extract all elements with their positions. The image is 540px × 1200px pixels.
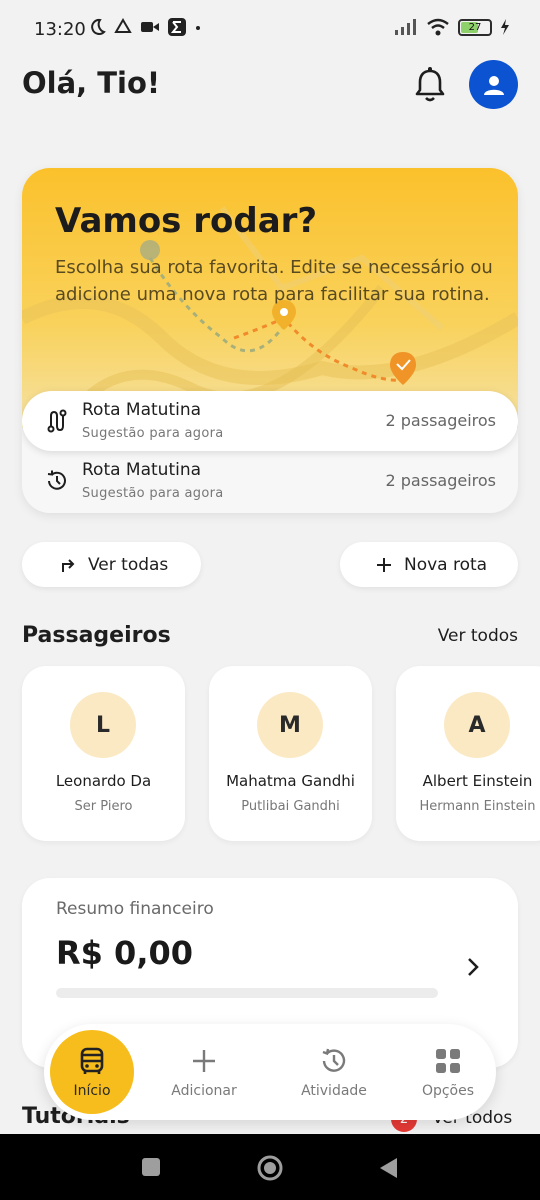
dot-icon — [196, 26, 200, 30]
financial-summary-label: Resumo financeiro — [56, 899, 214, 919]
battery-indicator: 27 — [458, 18, 492, 36]
passenger-avatar: A — [444, 692, 510, 758]
passenger-name: Albert Einstein — [422, 772, 533, 790]
passenger-avatar: M — [257, 692, 323, 758]
route-icon — [47, 409, 67, 433]
options-grid-icon — [436, 1049, 460, 1073]
charging-icon — [501, 19, 509, 35]
passenger-card[interactable]: A Albert Einstein Hermann Einstein — [396, 666, 540, 841]
new-route-label: Nova rota — [404, 554, 488, 575]
passenger-guardian: Ser Piero — [74, 799, 133, 814]
new-route-button[interactable]: Nova rota — [340, 542, 518, 587]
home-button[interactable] — [256, 1154, 284, 1182]
hero-title: Vamos rodar? — [55, 201, 318, 241]
status-bar: 13:20 27 — [0, 0, 540, 60]
nav-options[interactable]: Opções — [400, 1024, 496, 1120]
notifications-button[interactable] — [414, 66, 446, 104]
nav-activity-label: Atividade — [301, 1083, 367, 1099]
passenger-card[interactable]: M Mahatma Gandhi Putlibai Gandhi — [209, 666, 372, 841]
financial-summary-value: R$ 0,00 — [56, 934, 193, 972]
nav-home[interactable]: Início — [50, 1030, 134, 1114]
route-subtitle: Sugestão para agora — [82, 426, 224, 441]
financial-progress-bar — [56, 988, 438, 998]
moon-icon — [91, 18, 106, 35]
route-hero-card: Vamos rodar? Escolha sua rota favorita. … — [22, 168, 518, 513]
nav-home-label: Início — [73, 1083, 111, 1099]
passenger-guardian: Hermann Einstein — [419, 799, 536, 814]
sigma-icon — [168, 18, 186, 36]
back-button[interactable] — [378, 1156, 398, 1180]
arrow-turn-icon — [62, 558, 75, 572]
video-icon — [141, 22, 159, 32]
passengers-title: Passageiros — [22, 623, 171, 648]
passenger-guardian: Putlibai Gandhi — [241, 799, 340, 814]
status-time: 13:20 — [34, 19, 86, 40]
view-all-routes-button[interactable]: Ver todas — [22, 542, 201, 587]
view-all-routes-label: Ver todas — [88, 554, 169, 575]
route-suggestion-2[interactable]: Rota Matutina Sugestão para agora 2 pass… — [22, 451, 518, 511]
user-icon — [483, 75, 504, 95]
route-suggestion-1[interactable]: Rota Matutina Sugestão para agora 2 pass… — [22, 391, 518, 451]
profile-button[interactable] — [469, 60, 518, 109]
route-passenger-count: 2 passageiros — [385, 411, 497, 430]
bell-icon — [415, 67, 445, 102]
bus-icon — [80, 1047, 104, 1074]
bottom-navigation: Início Adicionar Atividade Opções — [44, 1024, 496, 1120]
passengers-view-all-link[interactable]: Ver todos — [438, 626, 518, 646]
nav-add[interactable]: Adicionar — [156, 1024, 252, 1120]
plus-icon — [377, 557, 391, 572]
history-icon — [47, 470, 66, 490]
nav-options-label: Opções — [421, 1083, 475, 1099]
plus-icon — [193, 1050, 215, 1072]
passenger-name: Mahatma Gandhi — [226, 772, 355, 790]
signal-icon — [395, 19, 416, 35]
system-navigation-bar — [0, 1134, 540, 1200]
passenger-avatar: L — [70, 692, 136, 758]
route-name: Rota Matutina — [82, 460, 202, 480]
history-icon — [322, 1048, 346, 1072]
route-subtitle: Sugestão para agora — [82, 486, 224, 501]
greeting-title: Olá, Tio! — [22, 66, 161, 100]
chevron-right-icon — [468, 958, 479, 976]
recents-button[interactable] — [141, 1157, 161, 1177]
route-passenger-count: 2 passageiros — [385, 471, 497, 490]
nav-add-label: Adicionar — [171, 1083, 237, 1099]
wifi-icon — [427, 18, 449, 36]
route-name: Rota Matutina — [82, 400, 202, 420]
nav-activity[interactable]: Atividade — [286, 1024, 382, 1120]
hero-description: Escolha sua rota favorita. Edite se nece… — [55, 257, 493, 305]
passenger-card[interactable]: L Leonardo Da Ser Piero — [22, 666, 185, 841]
passenger-name: Leonardo Da — [55, 772, 152, 790]
drive-icon — [114, 18, 132, 33]
